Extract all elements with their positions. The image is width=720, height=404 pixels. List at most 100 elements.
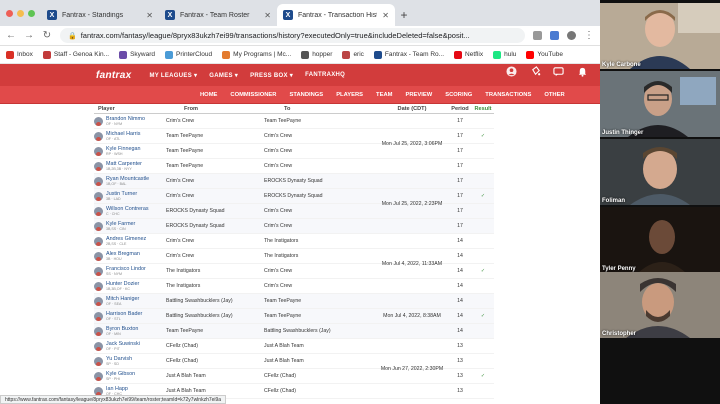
nav-transactions[interactable]: TRANSACTIONS [485, 92, 531, 98]
video-tile[interactable]: Foliman [600, 139, 720, 205]
close-window-icon[interactable] [6, 9, 13, 17]
minimize-window-icon[interactable] [17, 9, 24, 17]
to-team-cell[interactable]: The Instigators [264, 253, 376, 259]
bookmark-printercloud[interactable]: PrinterCloud [165, 50, 212, 59]
paint-bucket-icon[interactable] [530, 66, 541, 77]
menu-my-leagues[interactable]: MY LEAGUES ▾ [149, 72, 197, 79]
menu-press-box[interactable]: PRESS BOX ▾ [250, 72, 293, 79]
fantrax-logo[interactable]: fantrax [96, 70, 131, 81]
to-team-cell[interactable]: The Instigators [264, 238, 376, 244]
header-to[interactable]: To [264, 104, 376, 113]
extension-icon[interactable] [533, 31, 542, 40]
from-team-cell[interactable]: Team TeePayne [166, 328, 264, 334]
extension-icon[interactable] [550, 31, 559, 40]
to-team-cell[interactable]: EROCKS Dynasty Squad [264, 178, 376, 184]
from-team-cell[interactable]: The Instigators [166, 268, 264, 274]
to-team-cell[interactable]: Crim's Crew [264, 208, 376, 214]
from-team-cell[interactable]: Crim's Crew [166, 238, 264, 244]
from-team-cell[interactable]: CFellz (Chad) [166, 358, 264, 364]
bookmark-hopper[interactable]: hopper [301, 50, 332, 59]
nav-home[interactable]: HOME [200, 92, 217, 98]
bookmark-skyward[interactable]: Skyward [119, 50, 155, 59]
from-team-cell[interactable]: Team TeePayne [166, 148, 264, 154]
to-team-cell[interactable]: Team TeePayne [264, 313, 376, 319]
close-tab-icon[interactable]: ✕ [264, 11, 271, 20]
nav-team[interactable]: TEAM [376, 92, 392, 98]
nav-commissioner[interactable]: COMMISSIONER [230, 92, 276, 98]
from-team-cell[interactable]: Battling Swashbucklers (Jay) [166, 313, 264, 319]
tab-team-roster[interactable]: X Fantrax - Team Roster ✕ [159, 4, 277, 26]
to-team-cell[interactable]: Crim's Crew [264, 133, 376, 139]
reload-icon[interactable]: ↻ [42, 30, 52, 41]
to-team-cell[interactable]: Battling Swashbucklers (Jay) [264, 328, 376, 334]
menu-fantraxhq[interactable]: FANTRAXHQ [305, 72, 345, 78]
nav-standings[interactable]: STANDINGS [289, 92, 323, 98]
forward-arrow-icon[interactable]: → [24, 30, 34, 41]
table-row: Andres Gimenez 2B,SS · CLE Crim's Crew The … [94, 234, 494, 249]
bookmark-hulu[interactable]: hulu [493, 50, 516, 59]
browser-menu-icon[interactable]: ⋮ [584, 30, 594, 41]
bookmark-staff[interactable]: Staff - Genoa Kin... [42, 50, 109, 59]
to-team-cell[interactable]: Crim's Crew [264, 283, 376, 289]
tab-transaction-history[interactable]: X Fantrax - Transaction History ✕ [277, 4, 395, 26]
to-team-cell[interactable]: Just A Blah Team [264, 343, 376, 349]
to-team-cell[interactable]: Team TeePayne [264, 298, 376, 304]
bookmark-inbox[interactable]: Inbox [6, 50, 33, 59]
header-from[interactable]: From [166, 104, 264, 113]
video-tile[interactable]: Tyler Penny [600, 207, 720, 273]
header-date[interactable]: Date (CDT) [376, 104, 448, 113]
nav-preview[interactable]: PREVIEW [405, 92, 432, 98]
to-team-cell[interactable]: CFellz (Chad) [264, 373, 376, 379]
from-team-cell[interactable]: Team TeePayne [166, 133, 264, 139]
bell-icon[interactable] [577, 66, 588, 77]
header-player[interactable]: Player [94, 104, 166, 113]
transaction-date: Mon Jul 25, 2022, 3:06PM [381, 140, 443, 147]
to-team-cell[interactable]: Just A Blah Team [264, 358, 376, 364]
player-avatar [94, 146, 103, 156]
url-field[interactable]: 🔒 fantrax.com/fantasy/league/8pryx83ukzh… [60, 28, 525, 43]
from-team-cell[interactable]: Crim's Crew [166, 178, 264, 184]
from-team-cell[interactable]: CFellz (Chad) [166, 343, 264, 349]
header-period[interactable]: Period [448, 104, 472, 113]
bookmark-youtube[interactable]: YouTube [526, 50, 563, 59]
from-team-cell[interactable]: Team TeePayne [166, 163, 264, 169]
from-team-cell[interactable]: Just A Blah Team [166, 388, 264, 394]
profile-icon[interactable] [567, 31, 576, 40]
to-team-cell[interactable]: EROCKS Dynasty Squad [264, 193, 376, 199]
close-tab-icon[interactable]: ✕ [382, 11, 389, 20]
nav-other[interactable]: OTHER [544, 92, 564, 98]
new-tab-button[interactable]: + [395, 4, 413, 26]
to-team-cell[interactable]: Team TeePayne [264, 118, 376, 124]
from-team-cell[interactable]: The Instigators [166, 283, 264, 289]
back-arrow-icon[interactable]: ← [6, 30, 16, 41]
from-team-cell[interactable]: Crim's Crew [166, 253, 264, 259]
video-tile[interactable]: Kyle Carbone [600, 3, 720, 69]
from-team-cell[interactable]: EROCKS Dynasty Squad [166, 223, 264, 229]
video-tile[interactable]: Christopher [600, 272, 720, 338]
from-team-cell[interactable]: Battling Swashbucklers (Jay) [166, 298, 264, 304]
from-team-cell[interactable]: Crim's Crew [166, 193, 264, 199]
to-team-cell[interactable]: Crim's Crew [264, 268, 376, 274]
period-cell: 13 [457, 343, 463, 349]
header-result[interactable]: Result [472, 104, 494, 113]
chat-icon[interactable] [553, 66, 564, 77]
from-team-cell[interactable]: Crim's Crew [166, 118, 264, 124]
to-team-cell[interactable]: CFellz (Chad) [264, 388, 376, 394]
nav-scoring[interactable]: SCORING [445, 92, 472, 98]
close-tab-icon[interactable]: ✕ [146, 11, 153, 20]
to-team-cell[interactable]: Crim's Crew [264, 223, 376, 229]
bookmark-fantrax[interactable]: Fantrax - Team Ro... [373, 50, 444, 59]
maximize-window-icon[interactable] [28, 9, 35, 17]
bookmark-eric[interactable]: eric [342, 50, 364, 59]
user-avatar-icon[interactable] [506, 66, 517, 77]
menu-games[interactable]: GAMES ▾ [209, 72, 238, 79]
bookmark-netflix[interactable]: Netflix [454, 50, 483, 59]
from-team-cell[interactable]: EROCKS Dynasty Squad [166, 208, 264, 214]
video-tile[interactable]: Justin Thinger [600, 71, 720, 137]
from-team-cell[interactable]: Just A Blah Team [166, 373, 264, 379]
to-team-cell[interactable]: Crim's Crew [264, 148, 376, 154]
tab-standings[interactable]: X Fantrax - Standings ✕ [41, 4, 159, 26]
to-team-cell[interactable]: Crim's Crew [264, 163, 376, 169]
nav-players[interactable]: PLAYERS [336, 92, 363, 98]
bookmark-my-programs[interactable]: My Programs | Mc... [222, 50, 291, 59]
